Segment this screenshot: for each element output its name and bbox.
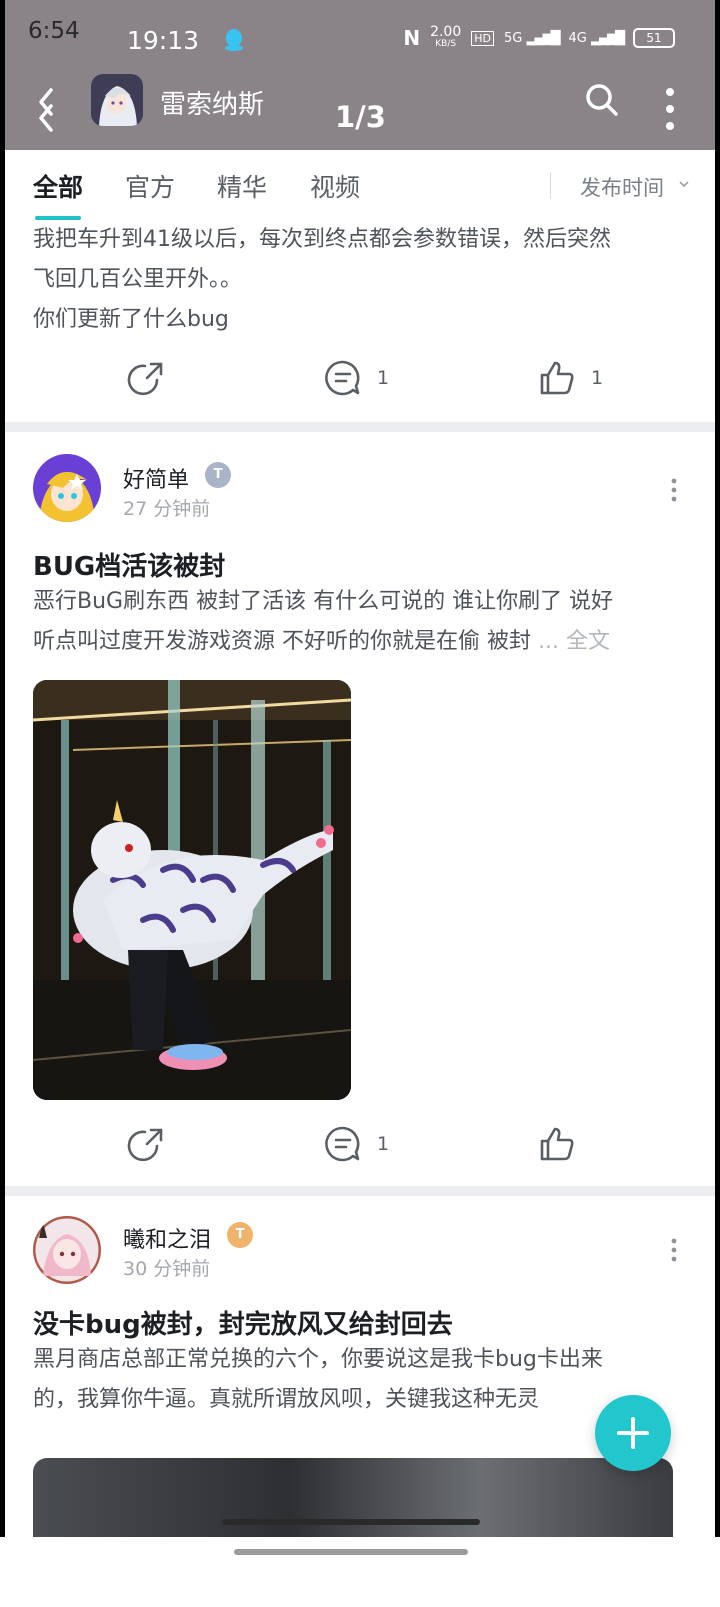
post-title[interactable]: BUG档活该被封 bbox=[33, 546, 225, 583]
tab-featured[interactable]: 精华 bbox=[217, 168, 267, 204]
divider bbox=[550, 172, 551, 198]
comment-icon bbox=[325, 360, 360, 396]
character-avatar-art bbox=[91, 74, 143, 126]
author-name[interactable]: 好简单 bbox=[123, 462, 189, 494]
post-body[interactable]: 黑月商店总部正常兑换的六个，你要说这是我卡bug卡出来 的，我算你牛逼。真就所谓… bbox=[33, 1340, 683, 1420]
screenshot-frame: 6:54 19:13 N 2.00 KB/S HD 5G ▂▄▆█ 4G ▂▄▆… bbox=[0, 0, 720, 1607]
tab-official[interactable]: 官方 bbox=[125, 168, 175, 204]
thumbs-up-icon bbox=[540, 1127, 574, 1161]
post-card[interactable]: 曦和之泪 T 30 分钟前 没卡bug被封，封完放风又给封回去 黑月商店总部正常… bbox=[5, 1196, 715, 1537]
read-more-link[interactable]: ... 全文 bbox=[538, 629, 610, 654]
post-time: 27 分钟前 bbox=[123, 498, 211, 520]
status-clock: 19:13 bbox=[127, 26, 200, 55]
comment-button[interactable]: 1 bbox=[323, 1124, 389, 1164]
avatar[interactable] bbox=[33, 1216, 101, 1284]
avatar-art bbox=[33, 1216, 101, 1284]
post-body[interactable]: 恶行BuG刷东西 被封了活该 有什么可说的 谁让你刷了 说好 听点叫过度开发游戏… bbox=[33, 582, 683, 662]
post-card[interactable]: 全部 官方 精华 视频 发布时间 我把车升到41级以后，每次到终点都会参数错误，… bbox=[5, 150, 715, 422]
more-vertical-icon[interactable] bbox=[671, 478, 677, 502]
comment-icon bbox=[325, 1126, 360, 1162]
share-button[interactable] bbox=[127, 1124, 167, 1164]
post-time: 30 分钟前 bbox=[123, 1258, 211, 1280]
like-button[interactable]: 1 bbox=[537, 358, 603, 398]
avatar-art bbox=[33, 454, 101, 522]
nfc-icon: N bbox=[403, 26, 421, 50]
nav-bar: 雷索纳斯 1/3 bbox=[5, 70, 715, 150]
home-indicator[interactable] bbox=[234, 1549, 468, 1555]
back-icon[interactable] bbox=[31, 84, 61, 134]
bottom-area bbox=[0, 1537, 720, 1607]
hd-icon: HD bbox=[471, 30, 494, 46]
post-feed[interactable]: 全部 官方 精华 视频 发布时间 我把车升到41级以后，每次到终点都会参数错误，… bbox=[5, 150, 715, 1537]
new-post-button[interactable] bbox=[595, 1395, 671, 1471]
comment-button[interactable]: 1 bbox=[323, 358, 389, 398]
costume-photo bbox=[33, 680, 351, 1100]
inner-home-indicator[interactable] bbox=[222, 1519, 480, 1525]
plus-icon bbox=[617, 1417, 649, 1449]
comment-count: 1 bbox=[377, 1133, 390, 1155]
app-header: 6:54 19:13 N 2.00 KB/S HD 5G ▂▄▆█ 4G ▂▄▆… bbox=[5, 0, 715, 150]
more-vertical-icon[interactable] bbox=[671, 1238, 677, 1262]
tab-all[interactable]: 全部 bbox=[33, 168, 83, 204]
signal-4g-icon: 4G ▂▄▆█ bbox=[568, 30, 626, 46]
like-button[interactable] bbox=[537, 1124, 577, 1164]
level-badge: T bbox=[205, 462, 231, 488]
post-body[interactable]: 我把车升到41级以后，每次到终点都会参数错误，然后突然 飞回几百公里开外。。 你… bbox=[33, 220, 683, 340]
avatar[interactable] bbox=[33, 454, 101, 522]
post-title[interactable]: 没卡bug被封，封完放风又给封回去 bbox=[33, 1304, 453, 1341]
post-image[interactable] bbox=[33, 1458, 673, 1537]
level-badge: T bbox=[227, 1222, 253, 1248]
status-bar: 6:54 19:13 N 2.00 KB/S HD 5G ▂▄▆█ 4G ▂▄▆… bbox=[5, 0, 715, 70]
tab-video[interactable]: 视频 bbox=[310, 168, 360, 204]
like-count: 1 bbox=[591, 367, 604, 389]
forum-avatar[interactable] bbox=[91, 74, 143, 126]
post-card[interactable]: 好简单 T 27 分钟前 BUG档活该被封 恶行BuG刷东西 被封了活该 有什么… bbox=[5, 432, 715, 1186]
chevron-down-icon bbox=[679, 181, 689, 188]
signal-5g-icon: 5G ▂▄▆█ bbox=[504, 30, 561, 46]
post-image[interactable] bbox=[33, 680, 351, 1100]
share-icon bbox=[127, 362, 163, 396]
system-icons: N 2.00 KB/S HD 5G ▂▄▆█ 4G ▂▄▆█ 51 bbox=[403, 24, 675, 50]
search-icon[interactable] bbox=[584, 82, 620, 118]
battery-icon: 51 bbox=[633, 28, 675, 48]
comment-count: 1 bbox=[377, 367, 390, 389]
author-name[interactable]: 曦和之泪 bbox=[123, 1222, 211, 1254]
share-button[interactable] bbox=[127, 358, 167, 398]
page-indicator: 1/3 bbox=[335, 100, 386, 134]
thumbs-up-icon bbox=[540, 361, 574, 395]
share-icon bbox=[127, 1128, 163, 1162]
outer-clock: 6:54 bbox=[28, 18, 80, 44]
filter-tabs: 全部 官方 精华 视频 发布时间 bbox=[5, 150, 715, 220]
qq-notification-icon bbox=[225, 29, 243, 51]
forum-title: 雷索纳斯 bbox=[160, 90, 265, 120]
more-vertical-icon[interactable] bbox=[663, 84, 677, 134]
sort-dropdown[interactable]: 发布时间 bbox=[580, 172, 664, 202]
net-speed: 2.00 KB/S bbox=[430, 24, 462, 49]
